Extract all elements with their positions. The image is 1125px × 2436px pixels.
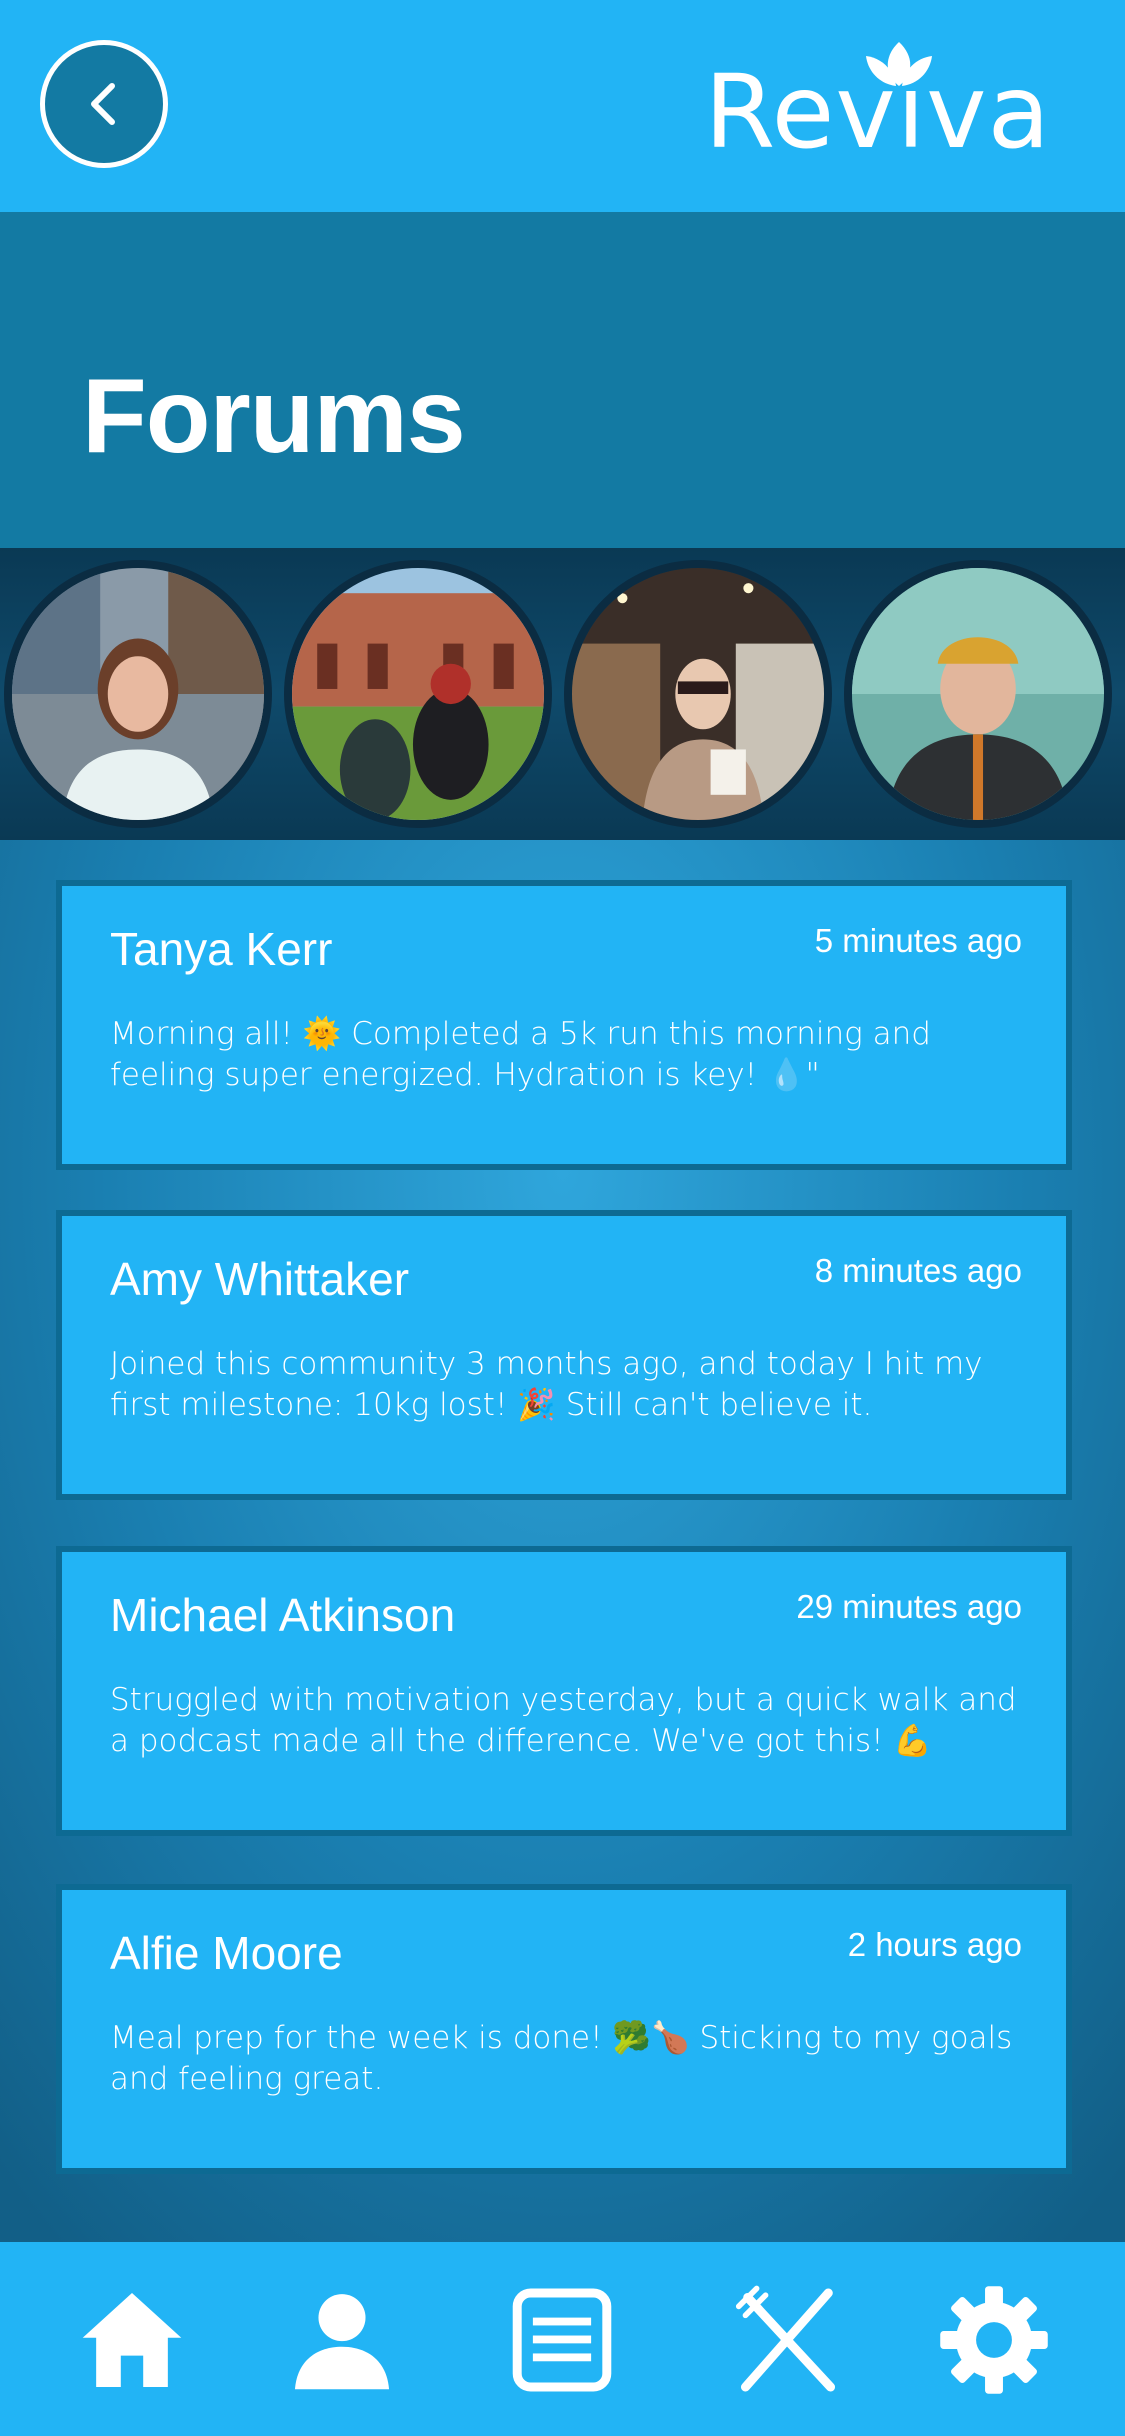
post-timestamp: 2 hours ago [847, 1926, 1022, 1963]
profile-icon [294, 2294, 390, 2390]
post-timestamp: 5 minutes ago [814, 922, 1022, 959]
post-author: Amy Whittaker [110, 1253, 410, 1305]
brand-logo: Reviva [704, 42, 1051, 164]
nav-meals[interactable] [728, 2280, 848, 2400]
post-body: Joined this community 3 months ago, and … [110, 1346, 983, 1423]
forums-icon [512, 2288, 612, 2392]
post-body: Meal prep for the week is done! 🥦🍗 Stick… [110, 2020, 1013, 2097]
avatar-photo-2[interactable] [284, 560, 552, 828]
avatar-photo-1[interactable] [4, 560, 272, 828]
gear-icon [940, 2286, 1048, 2394]
forum-post[interactable]: Amy Whittaker 8 minutes ago Joined this … [56, 1210, 1072, 1500]
post-author: Alfie Moore [110, 1927, 343, 1979]
bottom-nav [0, 2242, 1125, 2436]
chevron-left-icon [91, 83, 115, 125]
nav-forums[interactable] [502, 2280, 622, 2400]
post-timestamp: 29 minutes ago [796, 1588, 1022, 1625]
nav-profile[interactable] [282, 2280, 402, 2400]
avatar-photo-3[interactable] [564, 560, 832, 828]
avatar-strip [0, 548, 1125, 840]
post-author: Tanya Kerr [110, 923, 333, 975]
page-title: Forums [82, 357, 466, 475]
post-author: Michael Atkinson [110, 1589, 456, 1641]
leaf-icon [866, 42, 933, 86]
post-timestamp: 8 minutes ago [814, 1252, 1022, 1289]
avatar-photo-4[interactable] [844, 560, 1112, 828]
forum-post[interactable]: Alfie Moore 2 hours ago Meal prep for th… [56, 1884, 1072, 2174]
nav-home[interactable] [72, 2280, 192, 2400]
back-button[interactable] [40, 40, 168, 168]
forum-post[interactable]: Michael Atkinson 29 minutes ago Struggle… [56, 1546, 1072, 1836]
nav-settings[interactable] [934, 2280, 1054, 2400]
title-band: Forums [0, 212, 1125, 548]
app-header: Reviva [0, 0, 1125, 212]
post-body: Morning all! 🌞 Completed a 5k run this m… [110, 1016, 931, 1093]
home-icon [82, 2292, 182, 2388]
fork-knife-icon [735, 2285, 836, 2392]
post-body: Struggled with motivation yesterday, but… [110, 1682, 1017, 1759]
forum-post[interactable]: Tanya Kerr 5 minutes ago Morning all! 🌞 … [56, 880, 1072, 1170]
